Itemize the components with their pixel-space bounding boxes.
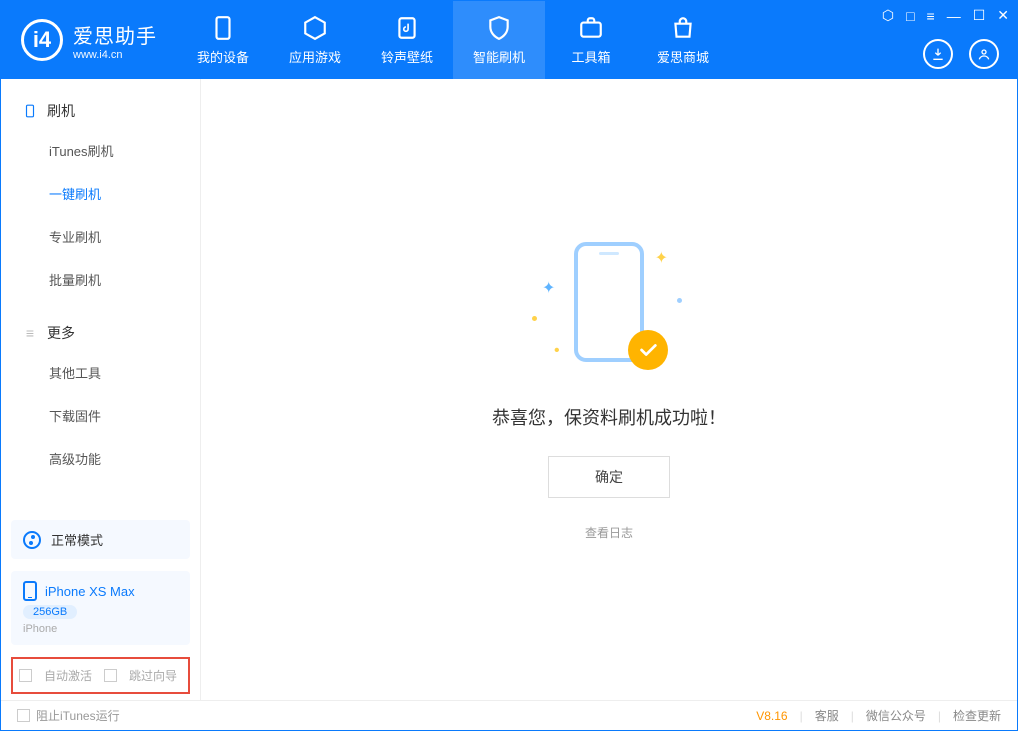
- checkbox-block-itunes[interactable]: [17, 709, 30, 722]
- shopping-bag-icon: [670, 15, 696, 41]
- cube-icon: [302, 15, 328, 41]
- tab-apps[interactable]: 应用游戏: [269, 1, 361, 79]
- header-actions: [923, 39, 999, 69]
- close-button[interactable]: ✕: [997, 7, 1009, 24]
- sidebar-item-advanced[interactable]: 高级功能: [1, 437, 200, 480]
- tab-toolbox[interactable]: 工具箱: [545, 1, 637, 79]
- mode-label: 正常模式: [51, 530, 103, 549]
- list-icon: ≡: [23, 326, 37, 340]
- label-skip-guide: 跳过向导: [129, 667, 177, 684]
- flash-options-highlighted: 自动激活 跳过向导: [11, 657, 190, 694]
- user-button[interactable]: [969, 39, 999, 69]
- phone-icon: [210, 15, 236, 41]
- status-bar: 阻止iTunes运行 V8.16 | 客服 | 微信公众号 | 检查更新: [1, 700, 1017, 730]
- wechat-link[interactable]: 微信公众号: [866, 707, 926, 724]
- window-controls: ⬡ □ ≡ — ☐ ✕: [882, 7, 1009, 24]
- sidebar-item-batch-flash[interactable]: 批量刷机: [1, 258, 200, 301]
- view-log-link[interactable]: 查看日志: [585, 524, 633, 541]
- main-content: ✦✦• 恭喜您，保资料刷机成功啦！ 确定 查看日志: [201, 79, 1017, 700]
- device-phone-icon: [23, 581, 37, 601]
- ok-button[interactable]: 确定: [548, 456, 670, 498]
- sidebar-group-flash: 刷机: [1, 93, 200, 129]
- label-block-itunes: 阻止iTunes运行: [36, 707, 120, 724]
- logo-area: i4 爱思助手 www.i4.cn: [1, 1, 177, 79]
- device-box[interactable]: iPhone XS Max 256GB iPhone: [11, 571, 190, 645]
- nav-tabs: 我的设备 应用游戏 铃声壁纸 智能刷机 工具箱 爱思商城: [177, 1, 729, 79]
- sidebar-item-oneclick-flash[interactable]: 一键刷机: [1, 172, 200, 215]
- minimize-button[interactable]: —: [947, 8, 961, 24]
- check-update-link[interactable]: 检查更新: [953, 707, 1001, 724]
- app-site: www.i4.cn: [73, 49, 157, 61]
- logo-icon: i4: [21, 19, 63, 61]
- feedback-icon[interactable]: □: [906, 8, 914, 24]
- app-name: 爱思助手: [73, 20, 157, 49]
- menu-icon[interactable]: ≡: [927, 8, 935, 24]
- download-button[interactable]: [923, 39, 953, 69]
- success-message: 恭喜您，保资料刷机成功啦！: [492, 404, 726, 430]
- header: i4 爱思助手 www.i4.cn 我的设备 应用游戏 铃声壁纸 智能刷机 工具…: [1, 1, 1017, 79]
- version-label: V8.16: [756, 709, 787, 723]
- check-badge-icon: [628, 330, 668, 370]
- shield-refresh-icon: [486, 15, 512, 41]
- sidebar-item-pro-flash[interactable]: 专业刷机: [1, 215, 200, 258]
- device-type: iPhone: [23, 623, 178, 635]
- sidebar: 刷机 iTunes刷机 一键刷机 专业刷机 批量刷机 ≡ 更多 其他工具 下载固…: [1, 79, 201, 700]
- checkbox-skip-guide[interactable]: [104, 669, 117, 682]
- sidebar-group-more: ≡ 更多: [1, 315, 200, 351]
- music-file-icon: [394, 15, 420, 41]
- tab-ringtone[interactable]: 铃声壁纸: [361, 1, 453, 79]
- tab-store[interactable]: 爱思商城: [637, 1, 729, 79]
- tab-my-device[interactable]: 我的设备: [177, 1, 269, 79]
- maximize-button[interactable]: ☐: [973, 7, 986, 24]
- success-illustration: ✦✦•: [554, 238, 664, 378]
- label-auto-activate: 自动激活: [44, 667, 92, 684]
- checkbox-auto-activate[interactable]: [19, 669, 32, 682]
- device-capacity: 256GB: [23, 605, 77, 619]
- shirt-icon[interactable]: ⬡: [882, 7, 894, 24]
- tab-smart-flash[interactable]: 智能刷机: [453, 1, 545, 79]
- mode-box[interactable]: 正常模式: [11, 520, 190, 559]
- phone-small-icon: [23, 104, 37, 118]
- mode-icon: [23, 531, 41, 549]
- sidebar-item-firmware[interactable]: 下载固件: [1, 394, 200, 437]
- sidebar-item-other-tools[interactable]: 其他工具: [1, 351, 200, 394]
- briefcase-icon: [578, 15, 604, 41]
- customer-service-link[interactable]: 客服: [815, 707, 839, 724]
- device-name: iPhone XS Max: [45, 584, 135, 599]
- sidebar-item-itunes-flash[interactable]: iTunes刷机: [1, 129, 200, 172]
